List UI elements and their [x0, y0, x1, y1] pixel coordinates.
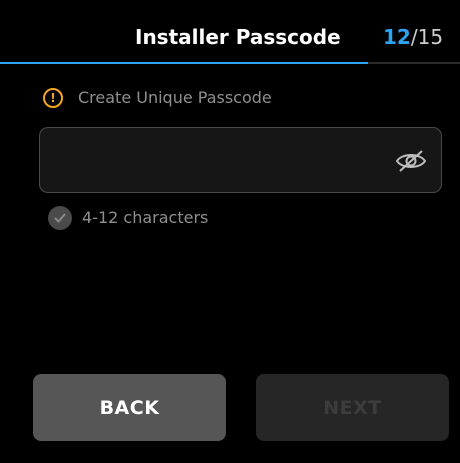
- installer-passcode-screen: Installer Passcode 12/15 ! Create Unique…: [0, 0, 460, 463]
- progress-track: [0, 62, 460, 64]
- requirement-length: 4-12 characters: [48, 205, 208, 231]
- back-button[interactable]: BACK: [33, 374, 226, 441]
- step-counter: 12/15: [383, 23, 443, 51]
- requirement-text: 4-12 characters: [82, 208, 209, 227]
- step-current: 12: [383, 25, 411, 49]
- exclamation-circle-icon: !: [43, 88, 63, 108]
- step-total: 15: [417, 25, 444, 49]
- passcode-input[interactable]: [39, 127, 442, 193]
- check-circle-icon: [48, 206, 72, 230]
- warning-text: Create Unique Passcode: [78, 88, 272, 107]
- next-button[interactable]: NEXT: [256, 374, 449, 441]
- passcode-warning: ! Create Unique Passcode: [43, 85, 272, 111]
- step-separator: /: [410, 25, 418, 49]
- header-bar: Installer Passcode 12/15: [0, 0, 460, 64]
- eye-slash-icon[interactable]: [394, 148, 428, 174]
- page-title: Installer Passcode: [135, 25, 341, 49]
- progress-fill: [0, 62, 368, 64]
